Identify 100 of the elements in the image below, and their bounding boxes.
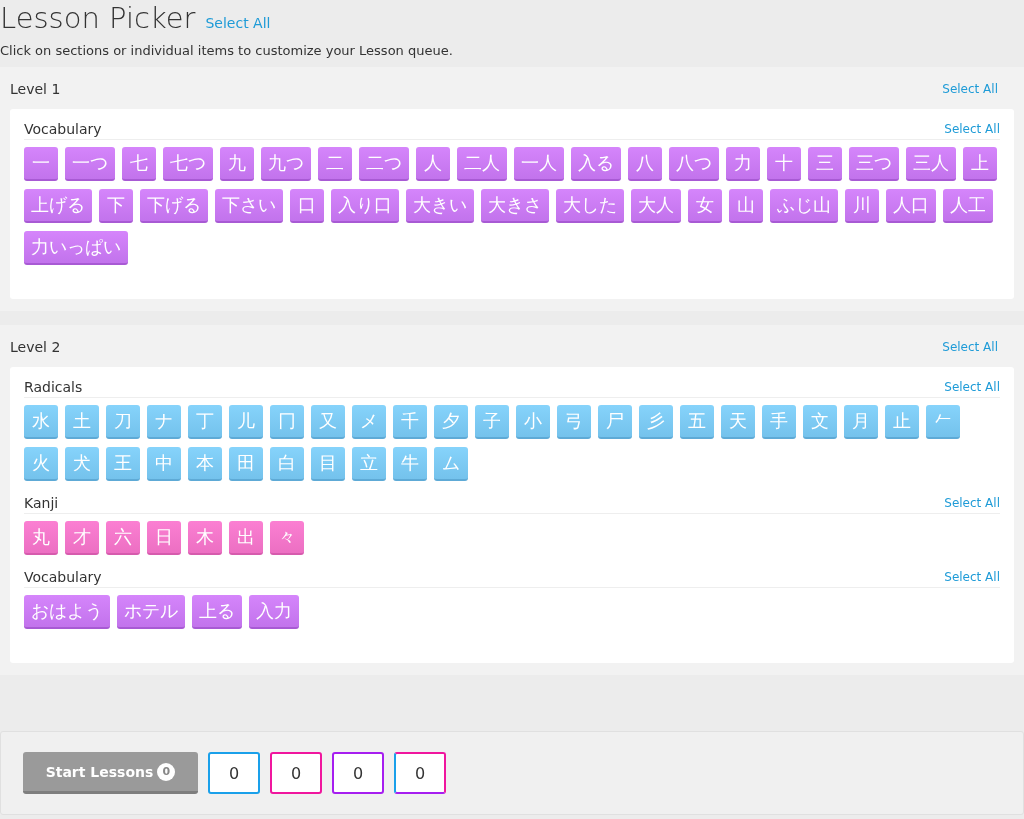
lesson-item[interactable]: ナ: [147, 405, 181, 439]
lesson-item[interactable]: 止: [885, 405, 919, 439]
lesson-item[interactable]: 大した: [556, 189, 624, 223]
lesson-item[interactable]: 下さい: [215, 189, 283, 223]
lesson-item[interactable]: 一: [24, 147, 58, 181]
lesson-item[interactable]: 人: [416, 147, 450, 181]
lesson-item[interactable]: 七つ: [163, 147, 213, 181]
lesson-item[interactable]: 田: [229, 447, 263, 481]
lesson-item[interactable]: 本: [188, 447, 222, 481]
lesson-item[interactable]: 八つ: [669, 147, 719, 181]
group-title: Kanji: [24, 495, 59, 511]
lesson-item[interactable]: 八: [628, 147, 662, 181]
lesson-item[interactable]: 口: [290, 189, 324, 223]
lesson-item[interactable]: 一つ: [65, 147, 115, 181]
lesson-item[interactable]: 大きさ: [481, 189, 549, 223]
lesson-item[interactable]: 上: [963, 147, 997, 181]
lesson-item[interactable]: 弓: [557, 405, 591, 439]
lesson-item[interactable]: 上げる: [24, 189, 92, 223]
lesson-item[interactable]: 大人: [631, 189, 681, 223]
lesson-item[interactable]: 入り口: [331, 189, 399, 223]
lesson-item[interactable]: 入る: [571, 147, 621, 181]
lesson-item[interactable]: 下げる: [140, 189, 208, 223]
group-title: Vocabulary: [24, 121, 102, 137]
lesson-item[interactable]: 々: [270, 521, 304, 555]
count-badge: 0: [157, 762, 176, 781]
lesson-item[interactable]: おはよう: [24, 595, 110, 629]
lesson-item[interactable]: 上る: [192, 595, 242, 629]
select-all-link[interactable]: Select All: [944, 122, 1000, 136]
lesson-item[interactable]: 又: [311, 405, 345, 439]
lesson-item[interactable]: 女: [688, 189, 722, 223]
lesson-item[interactable]: 夕: [434, 405, 468, 439]
page-title: Lesson Picker: [0, 0, 196, 36]
lesson-item[interactable]: 千: [393, 405, 427, 439]
lesson-item[interactable]: 二つ: [359, 147, 409, 181]
lesson-item[interactable]: 犬: [65, 447, 99, 481]
lesson-item[interactable]: 下: [99, 189, 133, 223]
lesson-item[interactable]: 月: [844, 405, 878, 439]
lesson-item[interactable]: 冂: [270, 405, 304, 439]
level-title: Level 2: [10, 339, 61, 355]
lesson-item[interactable]: 火: [24, 447, 58, 481]
select-all-link[interactable]: Select All: [944, 380, 1000, 394]
lesson-item[interactable]: 大きい: [406, 189, 474, 223]
select-all-link[interactable]: Select All: [944, 570, 1000, 584]
lesson-item[interactable]: 小: [516, 405, 550, 439]
lesson-item[interactable]: 文: [803, 405, 837, 439]
lesson-item[interactable]: 中: [147, 447, 181, 481]
lesson-item[interactable]: 日: [147, 521, 181, 555]
lesson-item[interactable]: 九つ: [261, 147, 311, 181]
lesson-item[interactable]: メ: [352, 405, 386, 439]
lesson-item[interactable]: 丸: [24, 521, 58, 555]
lesson-item[interactable]: 才: [65, 521, 99, 555]
lesson-item[interactable]: ホテル: [117, 595, 185, 629]
lesson-item[interactable]: ふじ山: [770, 189, 838, 223]
select-all-link[interactable]: Select All: [944, 496, 1000, 510]
lesson-item[interactable]: 力いっぱい: [24, 231, 128, 265]
lesson-item[interactable]: 目: [311, 447, 345, 481]
lesson-item[interactable]: 二人: [457, 147, 507, 181]
lesson-item[interactable]: ム: [434, 447, 468, 481]
group-title: Radicals: [24, 379, 83, 395]
start-lessons-button[interactable]: Start Lessons 0: [23, 752, 198, 794]
lesson-item[interactable]: 丁: [188, 405, 222, 439]
lesson-item[interactable]: 人工: [943, 189, 993, 223]
lesson-item[interactable]: 三人: [906, 147, 956, 181]
lesson-item[interactable]: 人口: [886, 189, 936, 223]
lesson-item[interactable]: 川: [845, 189, 879, 223]
select-all-link[interactable]: Select All: [942, 82, 998, 96]
lesson-item[interactable]: 牛: [393, 447, 427, 481]
lesson-item[interactable]: 七: [122, 147, 156, 181]
lesson-item[interactable]: 刀: [106, 405, 140, 439]
lesson-item[interactable]: 白: [270, 447, 304, 481]
lesson-item[interactable]: 立: [352, 447, 386, 481]
lesson-item[interactable]: 五: [680, 405, 714, 439]
level-title: Level 1: [10, 81, 61, 97]
queue-counter: 0: [208, 752, 260, 794]
lesson-item[interactable]: 𠂉: [926, 405, 960, 439]
lesson-item[interactable]: 子: [475, 405, 509, 439]
lesson-item[interactable]: 王: [106, 447, 140, 481]
lesson-item[interactable]: 儿: [229, 405, 263, 439]
lesson-item[interactable]: 彡: [639, 405, 673, 439]
lesson-item[interactable]: 天: [721, 405, 755, 439]
lesson-item[interactable]: 六: [106, 521, 140, 555]
lesson-item[interactable]: 土: [65, 405, 99, 439]
lesson-item[interactable]: 十: [767, 147, 801, 181]
lesson-item[interactable]: 出: [229, 521, 263, 555]
lesson-item[interactable]: 二: [318, 147, 352, 181]
lesson-item[interactable]: 入力: [249, 595, 299, 629]
lesson-item[interactable]: 力: [726, 147, 760, 181]
select-all-link[interactable]: Select All: [205, 15, 271, 31]
lesson-item[interactable]: 一人: [514, 147, 564, 181]
lesson-item[interactable]: 三つ: [849, 147, 899, 181]
lesson-item[interactable]: 九: [220, 147, 254, 181]
lesson-item[interactable]: 水: [24, 405, 58, 439]
queue-counter: 0: [394, 752, 446, 794]
lesson-item[interactable]: 手: [762, 405, 796, 439]
select-all-link[interactable]: Select All: [942, 340, 998, 354]
queue-counter: 0: [270, 752, 322, 794]
lesson-item[interactable]: 山: [729, 189, 763, 223]
lesson-item[interactable]: 三: [808, 147, 842, 181]
lesson-item[interactable]: 木: [188, 521, 222, 555]
lesson-item[interactable]: 尸: [598, 405, 632, 439]
